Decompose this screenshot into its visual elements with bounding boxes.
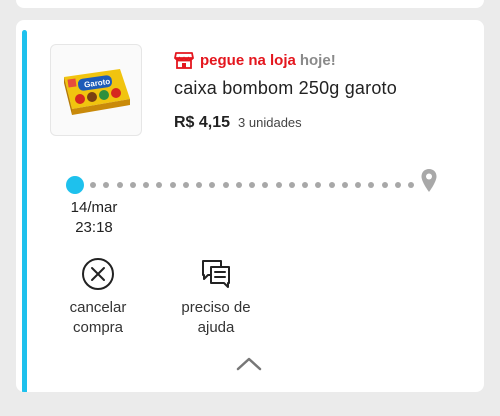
cancel-purchase-button[interactable]: cancelar compra [60,256,136,338]
product-thumbnail[interactable]: Garoto [50,44,142,136]
previous-order-card [16,0,484,8]
timeline-date: 14/mar 23:18 [64,198,124,238]
cancel-label-line1: cancelar [69,299,127,316]
timeline-date-day: 14/mar [70,199,118,216]
status-accent-bar [22,30,27,392]
product-box-image: Garoto [64,69,130,115]
chevron-up-icon[interactable] [236,356,262,372]
product-price: R$ 4,15 [174,114,231,131]
location-pin-icon [421,169,437,192]
need-help-button[interactable]: preciso de ajuda [168,256,264,338]
order-card: Garoto pegue na loja hoje! caixa bombom … [16,20,484,392]
price-row: R$ 4,15 3 unidades [174,114,302,132]
help-label-line1: preciso de [181,299,251,316]
pickup-label: pegue na loja [200,51,296,69]
chat-help-icon [202,260,230,288]
pickup-info: pegue na loja hoje! [174,50,336,70]
product-units: 3 unidades [238,115,302,130]
product-name: caixa bombom 250g garoto [174,78,397,98]
timeline-start-dot [66,176,84,194]
timeline-dots [90,182,414,188]
cancel-circle-icon [82,258,114,290]
store-icon [174,52,194,69]
pickup-when: hoje! [299,51,336,69]
cancel-label-line2: compra [72,319,124,336]
timeline-date-time: 23:18 [75,219,113,236]
help-label-line2: ajuda [197,319,235,336]
order-timeline [66,168,446,198]
